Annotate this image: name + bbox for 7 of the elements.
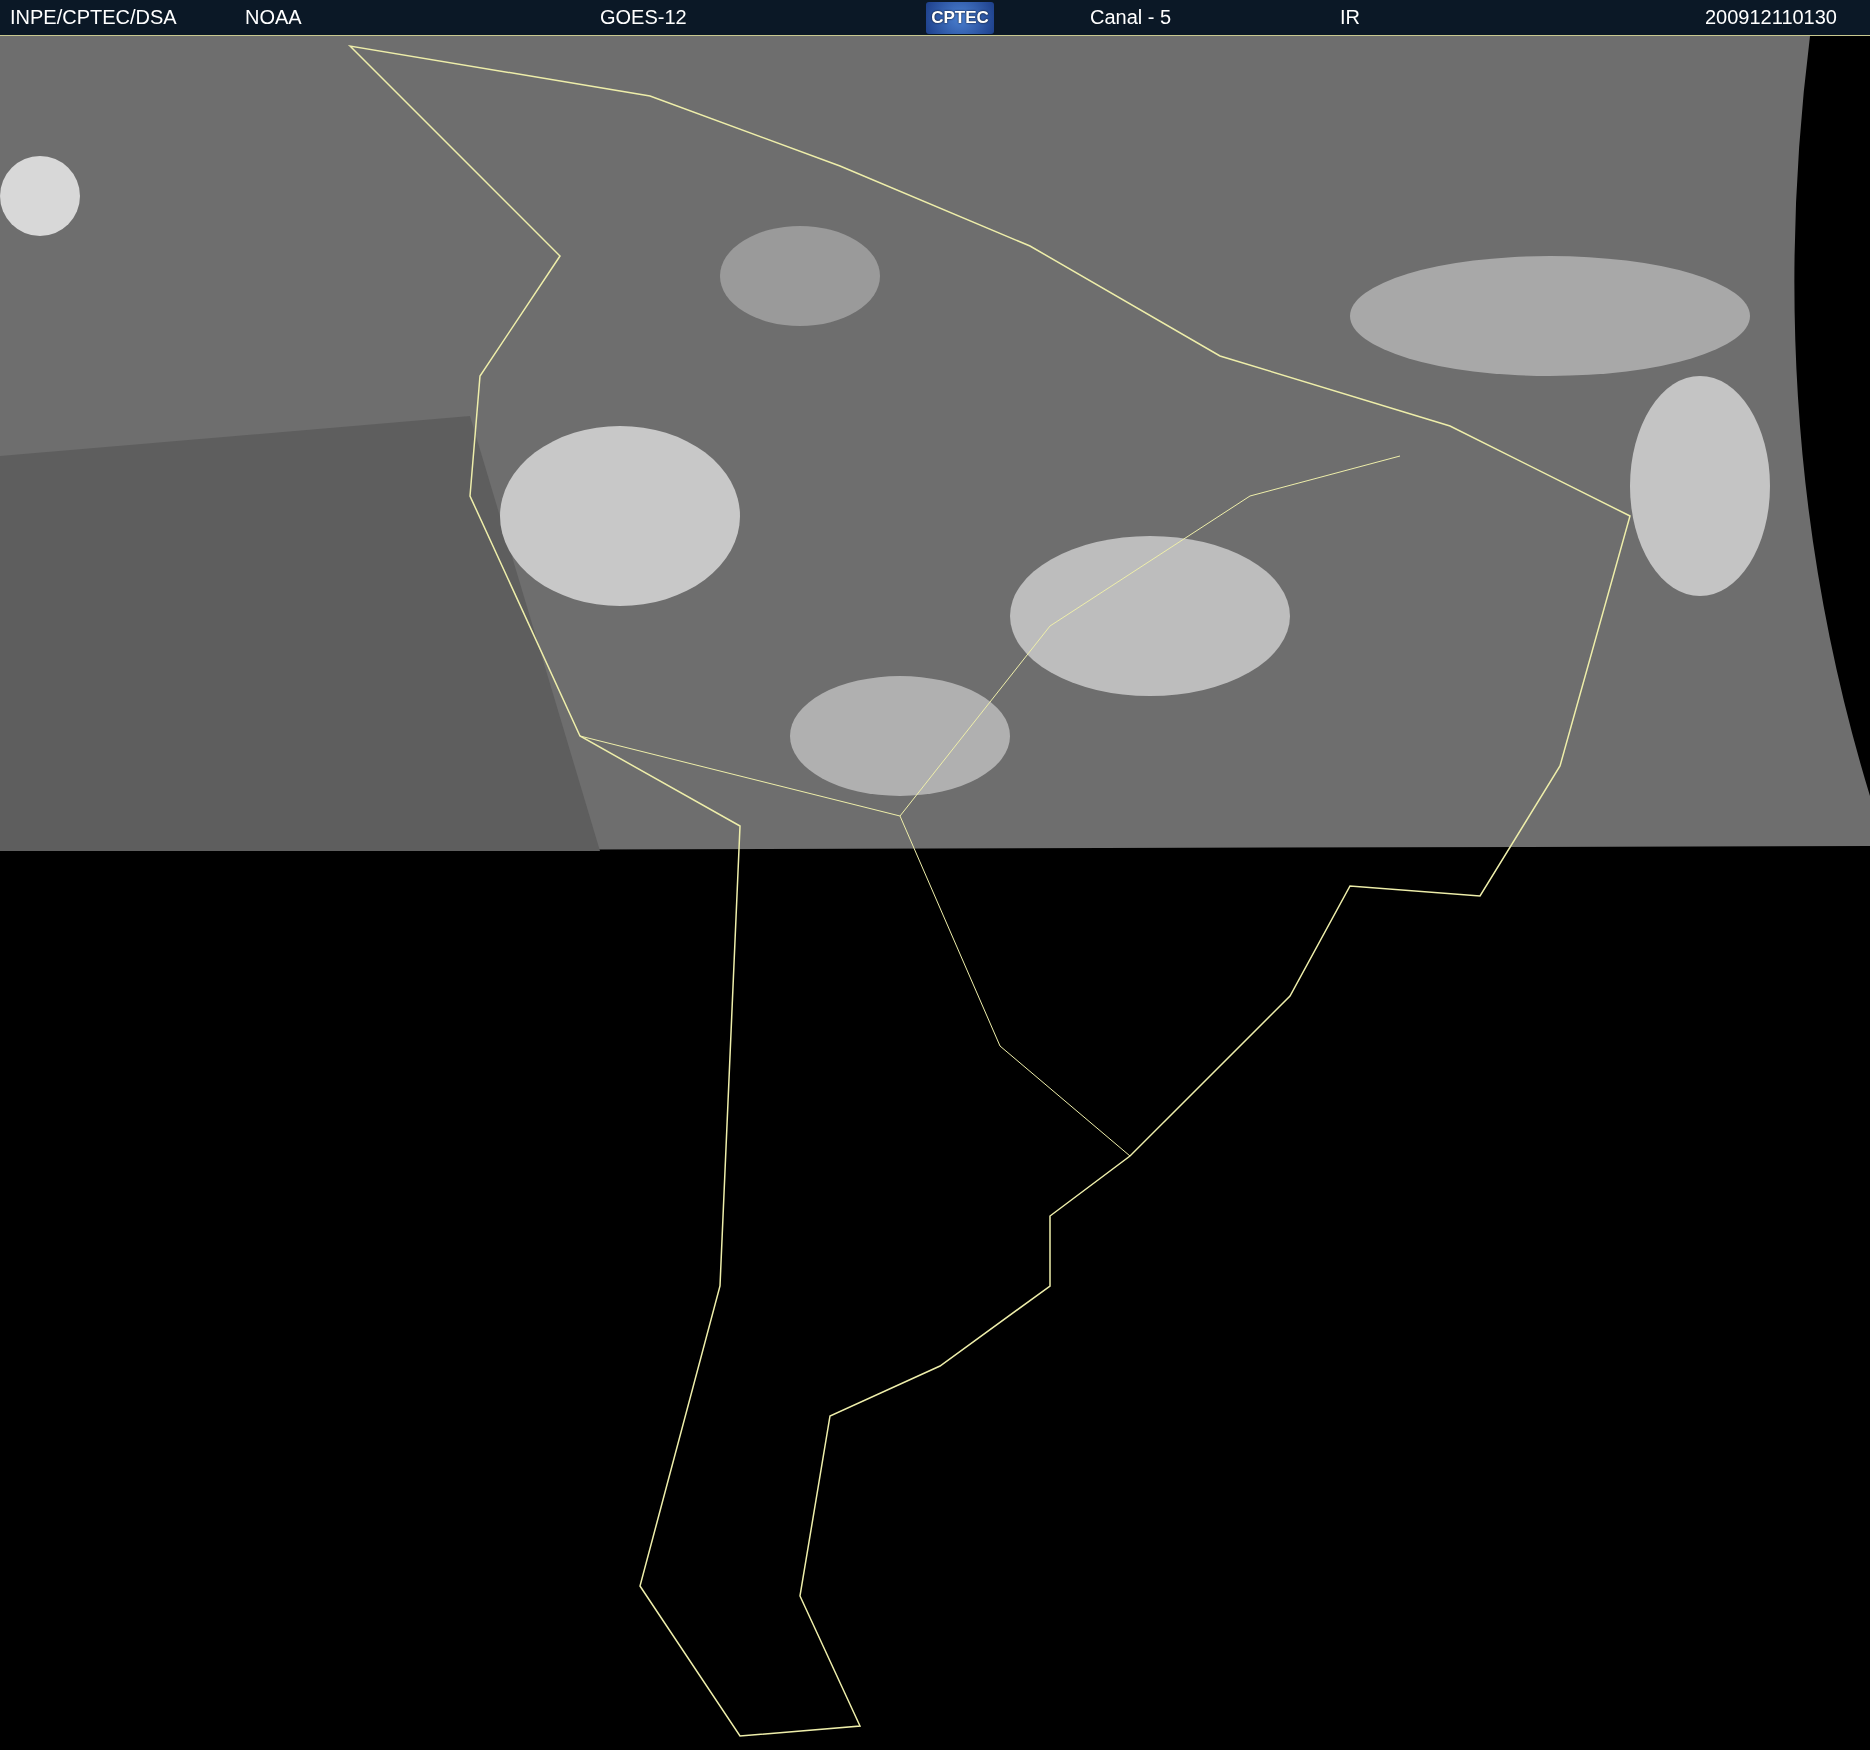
- source-label: NOAA: [245, 6, 302, 28]
- logo: CPTEC: [926, 1, 994, 34]
- channel-label: Canal - 5: [1090, 6, 1172, 28]
- agency-label: INPE/CPTEC/DSA: [10, 6, 177, 28]
- band-label: IR: [1340, 6, 1360, 28]
- timestamp-label: 200912110130: [1705, 6, 1837, 28]
- satellite-label: GOES-12: [600, 6, 687, 28]
